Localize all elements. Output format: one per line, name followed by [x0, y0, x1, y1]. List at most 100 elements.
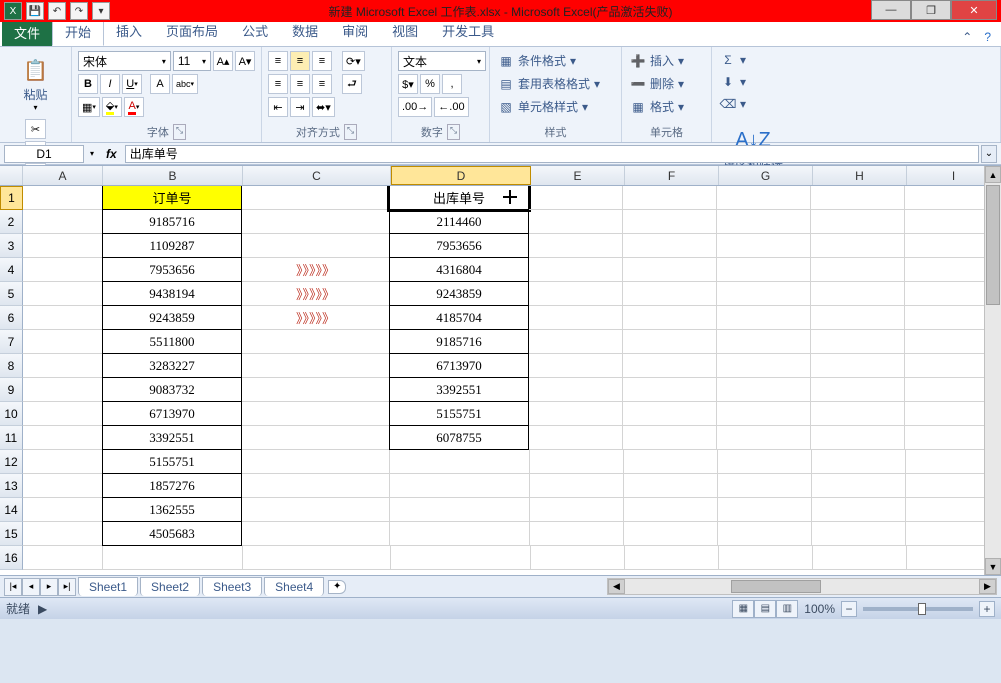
- cell-D10[interactable]: 5155751: [389, 401, 529, 426]
- cell-H5[interactable]: [811, 282, 905, 306]
- cell-G4[interactable]: [717, 258, 811, 282]
- paste-button[interactable]: 📋 粘贴 ▾: [15, 51, 57, 115]
- cell-F4[interactable]: [623, 258, 717, 282]
- cell-styles-button[interactable]: ▧单元格样式 ▾: [496, 97, 615, 116]
- cell-C13[interactable]: [242, 474, 390, 498]
- format-cells-button[interactable]: ▦格式 ▾: [628, 97, 705, 116]
- format-as-table-button[interactable]: ▤套用表格格式 ▾: [496, 74, 615, 93]
- row-header-10[interactable]: 10: [0, 402, 23, 426]
- cell-B3[interactable]: 1109287: [102, 233, 242, 258]
- cell-G12[interactable]: [718, 450, 812, 474]
- orientation-button[interactable]: ⟳▾: [342, 51, 365, 71]
- cell-A2[interactable]: [23, 210, 103, 234]
- row-header-8[interactable]: 8: [0, 354, 23, 378]
- cell-B4[interactable]: 7953656: [102, 257, 242, 282]
- cell-A12[interactable]: [23, 450, 103, 474]
- cell-D3[interactable]: 7953656: [389, 233, 529, 258]
- redo-icon[interactable]: ↷: [70, 2, 88, 20]
- row-header-5[interactable]: 5: [0, 282, 23, 306]
- cell-A14[interactable]: [23, 498, 103, 522]
- row-header-7[interactable]: 7: [0, 330, 23, 354]
- cell-D2[interactable]: 2114460: [389, 209, 529, 234]
- zoom-level[interactable]: 100%: [804, 602, 835, 616]
- cell-B1[interactable]: 订单号: [102, 186, 242, 210]
- cell-G3[interactable]: [717, 234, 811, 258]
- percent-button[interactable]: %: [420, 74, 440, 94]
- col-header-H[interactable]: H: [813, 166, 907, 185]
- cell-B6[interactable]: 9243859: [102, 305, 242, 330]
- cell-A10[interactable]: [23, 402, 103, 426]
- col-header-B[interactable]: B: [103, 166, 243, 185]
- cell-C6[interactable]: 》》》》》: [242, 306, 390, 330]
- cell-D14[interactable]: [390, 498, 530, 522]
- cell-G10[interactable]: [717, 402, 811, 426]
- cell-G16[interactable]: [719, 546, 813, 570]
- cell-H12[interactable]: [812, 450, 906, 474]
- cell-H4[interactable]: [811, 258, 905, 282]
- cell-E11[interactable]: [529, 426, 623, 450]
- row-header-15[interactable]: 15: [0, 522, 23, 546]
- cell-C10[interactable]: [242, 402, 390, 426]
- undo-icon[interactable]: ↶: [48, 2, 66, 20]
- row-header-9[interactable]: 9: [0, 378, 23, 402]
- formula-input[interactable]: 出库单号: [125, 145, 979, 163]
- cell-F5[interactable]: [623, 282, 717, 306]
- col-header-D[interactable]: D: [391, 166, 531, 185]
- cell-F14[interactable]: [624, 498, 718, 522]
- cell-C4[interactable]: 》》》》》: [242, 258, 390, 282]
- cell-F7[interactable]: [623, 330, 717, 354]
- scroll-up-icon[interactable]: ▲: [985, 166, 1001, 183]
- cell-A15[interactable]: [23, 522, 103, 546]
- cell-B9[interactable]: 9083732: [102, 377, 242, 402]
- new-sheet-button[interactable]: ✦: [328, 580, 346, 594]
- vscroll-thumb[interactable]: [986, 185, 1000, 305]
- cell-A3[interactable]: [23, 234, 103, 258]
- cell-H14[interactable]: [812, 498, 906, 522]
- cell-B15[interactable]: 4505683: [102, 521, 242, 546]
- help-icon[interactable]: ?: [980, 28, 995, 46]
- cell-G9[interactable]: [717, 378, 811, 402]
- underline-button[interactable]: U▾: [122, 74, 142, 94]
- col-header-G[interactable]: G: [719, 166, 813, 185]
- cell-B12[interactable]: 5155751: [102, 449, 242, 474]
- font-dialog-icon[interactable]: ⤡: [173, 124, 186, 140]
- cell-B13[interactable]: 1857276: [102, 473, 242, 498]
- cell-F13[interactable]: [624, 474, 718, 498]
- font-size-combo[interactable]: 11▾: [173, 51, 211, 71]
- formula-expand-icon[interactable]: ⌄: [981, 145, 997, 163]
- cell-D11[interactable]: 6078755: [389, 425, 529, 450]
- conditional-formatting-button[interactable]: ▦条件格式 ▾: [496, 51, 615, 70]
- clear-button[interactable]: ⌫▾: [718, 95, 748, 113]
- excel-icon[interactable]: X: [4, 2, 22, 20]
- cell-G7[interactable]: [717, 330, 811, 354]
- cell-E2[interactable]: [529, 210, 623, 234]
- cell-A5[interactable]: [23, 282, 103, 306]
- number-format-combo[interactable]: 文本▾: [398, 51, 486, 71]
- close-button[interactable]: ✕: [951, 0, 997, 20]
- row-header-14[interactable]: 14: [0, 498, 23, 522]
- cut-button[interactable]: ✂: [25, 119, 47, 139]
- view-pagebreak-button[interactable]: ▥: [776, 600, 798, 618]
- sheet-tab-Sheet1[interactable]: Sheet1: [78, 577, 138, 596]
- cell-B10[interactable]: 6713970: [102, 401, 242, 426]
- cell-D9[interactable]: 3392551: [389, 377, 529, 402]
- cell-C9[interactable]: [242, 378, 390, 402]
- cell-G8[interactable]: [717, 354, 811, 378]
- cell-A16[interactable]: [23, 546, 103, 570]
- sheet-nav-last-icon[interactable]: ▸|: [58, 578, 76, 596]
- cell-G11[interactable]: [717, 426, 811, 450]
- cell-E6[interactable]: [529, 306, 623, 330]
- scroll-down-icon[interactable]: ▼: [985, 558, 1001, 575]
- cell-C8[interactable]: [242, 354, 390, 378]
- cell-F10[interactable]: [623, 402, 717, 426]
- cell-C14[interactable]: [242, 498, 390, 522]
- cell-H16[interactable]: [813, 546, 907, 570]
- sheet-nav-first-icon[interactable]: |◂: [4, 578, 22, 596]
- cell-F16[interactable]: [625, 546, 719, 570]
- zoom-out-button[interactable]: −: [841, 601, 857, 617]
- cell-B5[interactable]: 9438194: [102, 281, 242, 306]
- font-color-button[interactable]: A▾: [124, 97, 144, 117]
- comma-button[interactable]: ,: [442, 74, 462, 94]
- cell-C15[interactable]: [242, 522, 390, 546]
- cell-H11[interactable]: [811, 426, 905, 450]
